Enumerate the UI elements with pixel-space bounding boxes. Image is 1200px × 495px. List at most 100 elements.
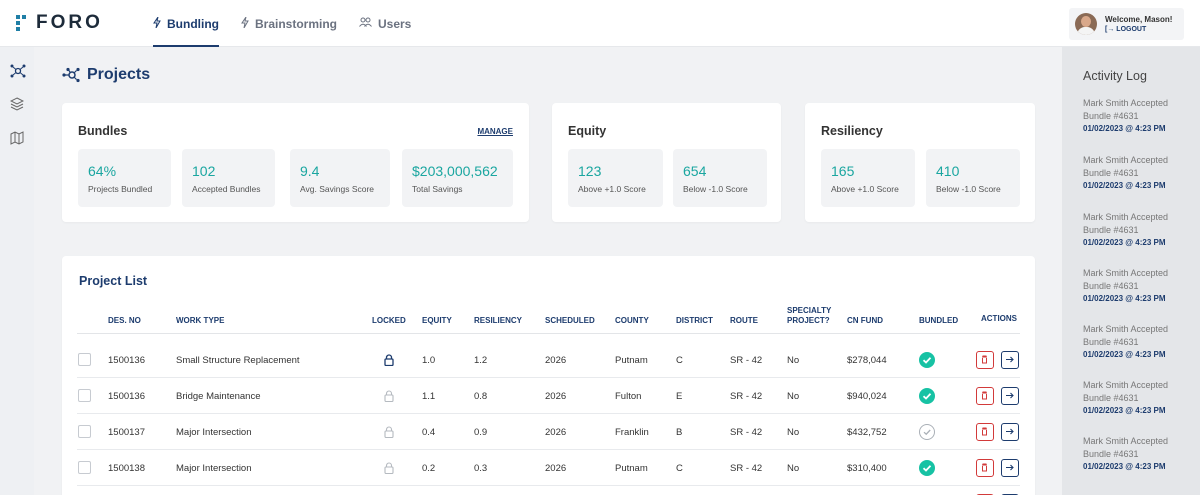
activity-text: Bundle #4631 (1083, 337, 1139, 347)
projects-network-icon (62, 67, 80, 83)
cell-route: SR - 42 (730, 391, 763, 402)
table-row[interactable]: 1500137 Major Intersection 0.4 0.9 2026 … (62, 414, 1035, 450)
arrow-right-icon (1006, 392, 1014, 399)
lock-open-icon[interactable] (384, 389, 394, 407)
logout-link[interactable]: [→ LOGOUT (1105, 26, 1172, 33)
row-checkbox[interactable] (78, 389, 91, 402)
cell-county: Putnam (615, 355, 648, 366)
main-nav: Bundling Brainstorming Users (153, 0, 433, 47)
activity-entry[interactable]: Mark Smith Accepted Bundle #4631 01/02/2… (1083, 323, 1193, 359)
stat-value: 654 (683, 163, 707, 179)
activity-entry[interactable]: Mark Smith Accepted Bundle #4631 01/02/2… (1083, 267, 1193, 303)
map-icon[interactable] (10, 131, 24, 145)
cell-cn-fund: $310,400 (847, 463, 887, 474)
open-button[interactable] (1001, 351, 1019, 369)
col-header-specialty-line2: PROJECT? (787, 316, 830, 325)
open-button[interactable] (1001, 459, 1019, 477)
cell-county: Franklin (615, 427, 649, 438)
delete-button[interactable] (976, 351, 994, 369)
nav-tab-brainstorming[interactable]: Brainstorming (241, 0, 337, 47)
cell-specialty: No (787, 355, 800, 366)
activity-entry[interactable]: Mark Smith Accepted Bundle #4631 01/02/2… (1083, 435, 1193, 471)
trash-icon (982, 391, 987, 400)
cell-route: SR - 42 (730, 427, 763, 438)
stat-label: Above +1.0 Score (578, 184, 646, 194)
main-content: Projects Bundles MANAGE 64% Projects Bun… (34, 47, 1062, 495)
activity-log-panel: Activity Log Mark Smith Accepted Bundle … (1062, 47, 1200, 495)
col-header-resiliency[interactable]: RESILIENCY (474, 316, 522, 326)
arrow-right-icon (1006, 356, 1014, 363)
cell-resiliency: 1.2 (474, 355, 488, 366)
activity-date: 01/02/2023 @ 4:23 PM (1083, 124, 1166, 133)
trash-icon (982, 355, 987, 364)
col-header-des-no[interactable]: DES. NO (108, 316, 141, 326)
stat-value: 410 (936, 163, 960, 179)
row-checkbox[interactable] (78, 425, 91, 438)
col-header-locked[interactable]: LOCKED (372, 316, 406, 326)
activity-text: Bundle #4631 (1083, 168, 1139, 178)
activity-date: 01/02/2023 @ 4:23 PM (1083, 294, 1166, 303)
table-row[interactable]: 1500138 Major Intersection 0.2 0.3 2026 … (62, 450, 1035, 486)
network-icon[interactable] (10, 64, 26, 78)
activity-text: Bundle #4631 (1083, 111, 1139, 121)
open-button[interactable] (1001, 423, 1019, 441)
delete-button[interactable] (976, 423, 994, 441)
cell-district: C (676, 463, 683, 474)
stat-label: Accepted Bundles (192, 184, 261, 194)
logout-label: LOGOUT (1116, 26, 1147, 33)
activity-text: Mark Smith Accepted (1083, 268, 1169, 278)
cell-equity: 0.2 (422, 463, 436, 474)
col-header-scheduled[interactable]: SCHEDULED (545, 316, 595, 326)
delete-button[interactable] (976, 459, 994, 477)
col-header-cn-fund[interactable]: CN FUND (847, 316, 883, 326)
cell-specialty: No (787, 463, 800, 474)
table-row[interactable]: 1500136 Small Structure Replacement 1.0 … (62, 342, 1035, 378)
foro-logo[interactable]: FORO (16, 12, 103, 34)
activity-entry[interactable]: Mark Smith Accepted Bundle #4631 01/02/2… (1083, 154, 1193, 190)
lock-open-icon[interactable] (384, 461, 394, 479)
layers-icon[interactable] (9, 97, 25, 111)
cell-des-no: 1500136 (108, 355, 145, 366)
activity-entry[interactable]: Mark Smith Accepted Bundle #4631 01/02/2… (1083, 379, 1193, 415)
stat-label: Total Savings (412, 184, 463, 194)
cell-equity: 1.1 (422, 391, 436, 402)
header-divider (77, 333, 1020, 334)
col-header-district[interactable]: DISTRICT (676, 316, 713, 326)
col-header-equity[interactable]: EQUITY (422, 316, 452, 326)
stat-total-savings: $203,000,562 Total Savings (402, 149, 513, 207)
col-header-specialty[interactable]: SPECIALTY PROJECT? (787, 306, 831, 326)
delete-button[interactable] (976, 387, 994, 405)
nav-tab-bundling[interactable]: Bundling (153, 0, 219, 47)
stat-value: 102 (192, 163, 216, 179)
col-header-route[interactable]: ROUTE (730, 316, 758, 326)
user-menu[interactable]: Welcome, Mason! [→ LOGOUT (1069, 8, 1184, 40)
col-header-work-type[interactable]: WORK TYPE (176, 316, 224, 326)
manage-link[interactable]: MANAGE (477, 127, 513, 136)
activity-entry[interactable]: Mark Smith Accepted Bundle #4631 01/02/2… (1083, 211, 1193, 247)
stat-resiliency-below: 410 Below -1.0 Score (926, 149, 1020, 207)
activity-text: Bundle #4631 (1083, 281, 1139, 291)
page-title-text: Projects (87, 66, 151, 83)
col-header-bundled[interactable]: BUNDLED (919, 316, 958, 326)
table-row[interactable]: 1500136 Bridge Maintenance 1.1 0.8 2026 … (62, 378, 1035, 414)
row-checkbox[interactable] (78, 461, 91, 474)
activity-text: Mark Smith Accepted (1083, 155, 1169, 165)
stat-equity-above: 123 Above +1.0 Score (568, 149, 663, 207)
open-button[interactable] (1001, 387, 1019, 405)
cell-des-no: 1500136 (108, 391, 145, 402)
lock-open-icon[interactable] (384, 425, 394, 443)
stat-label: Projects Bundled (88, 184, 153, 194)
cell-cn-fund: $940,024 (847, 391, 887, 402)
col-header-county[interactable]: COUNTY (615, 316, 649, 326)
lock-closed-icon[interactable] (384, 353, 394, 371)
row-checkbox[interactable] (78, 353, 91, 366)
welcome-text: Welcome, Mason! (1105, 15, 1173, 24)
bundles-card: Bundles MANAGE 64% Projects Bundled 102 … (62, 103, 529, 222)
nav-tab-users[interactable]: Users (359, 0, 411, 47)
nav-tab-label: Brainstorming (254, 16, 337, 31)
activity-date: 01/02/2023 @ 4:23 PM (1083, 181, 1166, 190)
stat-label: Below -1.0 Score (936, 184, 1001, 194)
activity-entry[interactable]: Mark Smith Accepted Bundle #4631 01/02/2… (1083, 97, 1193, 133)
stat-value: 165 (831, 163, 855, 179)
bundled-check-icon (919, 460, 935, 476)
